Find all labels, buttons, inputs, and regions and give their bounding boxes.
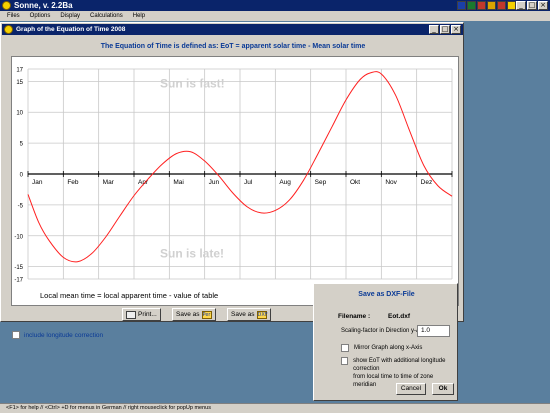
x-tick-label: Dez [421,179,433,186]
folder-icon: DXF [256,310,268,319]
ok-button[interactable]: Ok [432,383,454,395]
x-tick-label: Mai [173,179,183,186]
menu-help[interactable]: Help [128,11,150,21]
y-tick-label: -5 [18,203,24,209]
show-longitude-checkbox[interactable] [341,357,349,365]
menu-display[interactable]: Display [55,11,85,21]
filename-value: Eot.dxf [388,313,411,320]
graph-titlebar: Graph of the Equation of Time 2008 _ □ × [2,24,463,35]
graph-window-controls: _ □ × [429,25,461,34]
excel-icon[interactable] [467,1,476,10]
sun-is-fast-annotation: Sun is fast! [160,77,225,91]
save-dxf-dialog: Save as DXF-File Filename : Eot.dxf Scal… [313,283,458,401]
graph-window: Graph of the Equation of Time 2008 _ □ ×… [0,22,464,339]
scaling-factor-input[interactable]: 1.0 [417,325,450,337]
dialog-title: Save as DXF-File [358,291,415,298]
app-titlebar: Sonne, v. 2.2Ba _ □ × [0,0,550,11]
save-as-label: Save as [231,311,255,318]
x-tick-label: Aug [279,179,291,186]
mirror-graph-row[interactable]: Mirror Graph along x-Axis [341,344,422,352]
print-button-label: Print... [138,311,157,318]
show-longitude-line-1: show EoT with additional longitude corre… [353,358,446,372]
filename-label: Filename : [338,313,371,320]
sun-icon[interactable] [4,25,13,34]
menu-files[interactable]: Files [0,11,25,21]
longitude-correction-row[interactable]: include longitude correction [12,331,103,339]
maximize-button[interactable]: □ [527,1,537,10]
graph-maximize-button[interactable]: □ [440,25,450,34]
sun-icon[interactable] [507,1,516,10]
x-tick-label: Jun [209,179,220,186]
window-controls: _ □ × [516,1,548,10]
menu-calculations[interactable]: Calculations [85,11,128,21]
graph-window-title: Graph of the Equation of Time 2008 [16,26,126,33]
mail-icon[interactable] [477,1,486,10]
x-tick-label: Okt [350,179,360,186]
y-tick-label: 5 [20,142,24,148]
eot-definition-heading: The Equation of Time is defined as: EoT … [100,43,366,50]
x-tick-label: Jul [244,179,253,186]
longitude-correction-checkbox[interactable] [12,331,20,339]
x-tick-label: Mar [103,179,115,186]
graph-minimize-button[interactable]: _ [429,25,439,34]
x-tick-label: Nov [385,179,397,186]
save-as-dxf-button[interactable]: Save as DXF [227,308,271,321]
tray-icons [457,1,516,10]
word-icon[interactable] [457,1,466,10]
longitude-correction-label: include longitude correction [24,331,104,339]
eot-chart: 17151050-5-10-15-17Jan Feb Mar Apr Mai Jun Jul… [14,68,453,300]
mirror-graph-label: Mirror Graph along x-Axis [354,345,423,351]
y-tick-label: 0 [20,173,24,179]
save-as-label: Save as [176,311,200,318]
graph-close-button[interactable]: × [451,25,461,34]
sun-is-late-annotation: Sun is late! [160,246,224,260]
close-button[interactable]: × [538,1,548,10]
y-tick-label: 10 [16,111,23,117]
status-bar: <F1> for help // <Ctrl> +D for menus in … [0,403,550,413]
y-tick-label: -15 [14,265,23,271]
chart-area: 17 15 10 5 0 -5 -10 -15 -17 Jan Feb Mar Apr Mai Jun Jul… [11,56,459,306]
menu-bar: Files Options Display Calculations Help [0,11,550,21]
y-tick-label: 17 [16,68,23,74]
save-as-per-button[interactable]: Save as Per [172,308,216,321]
scaling-factor-label: Scaling-factor in Direction y-Axis [341,328,428,334]
y-tick-label: -17 [14,278,23,284]
app-icon[interactable] [487,1,496,10]
printer-icon [126,310,136,319]
folder-icon: Per [201,310,212,319]
x-tick-label: Jan [32,179,43,186]
y-tick-label: -10 [14,234,23,240]
app-title: Sonne, v. 2.2Ba [14,1,73,10]
cancel-button[interactable]: Cancel [396,383,426,395]
mirror-graph-checkbox[interactable] [341,344,349,352]
menu-options[interactable]: Options [25,11,56,21]
minimize-button[interactable]: _ [516,1,526,10]
x-tick-label: Sep [315,179,327,186]
x-tick-label: Feb [67,179,79,186]
print-button[interactable]: Print... [122,308,161,321]
calc-icon[interactable] [497,1,506,10]
sun-app-icon[interactable] [2,1,11,10]
local-mean-time-note: Local mean time = local apparent time - … [40,291,218,300]
y-tick-label: 15 [16,80,23,86]
